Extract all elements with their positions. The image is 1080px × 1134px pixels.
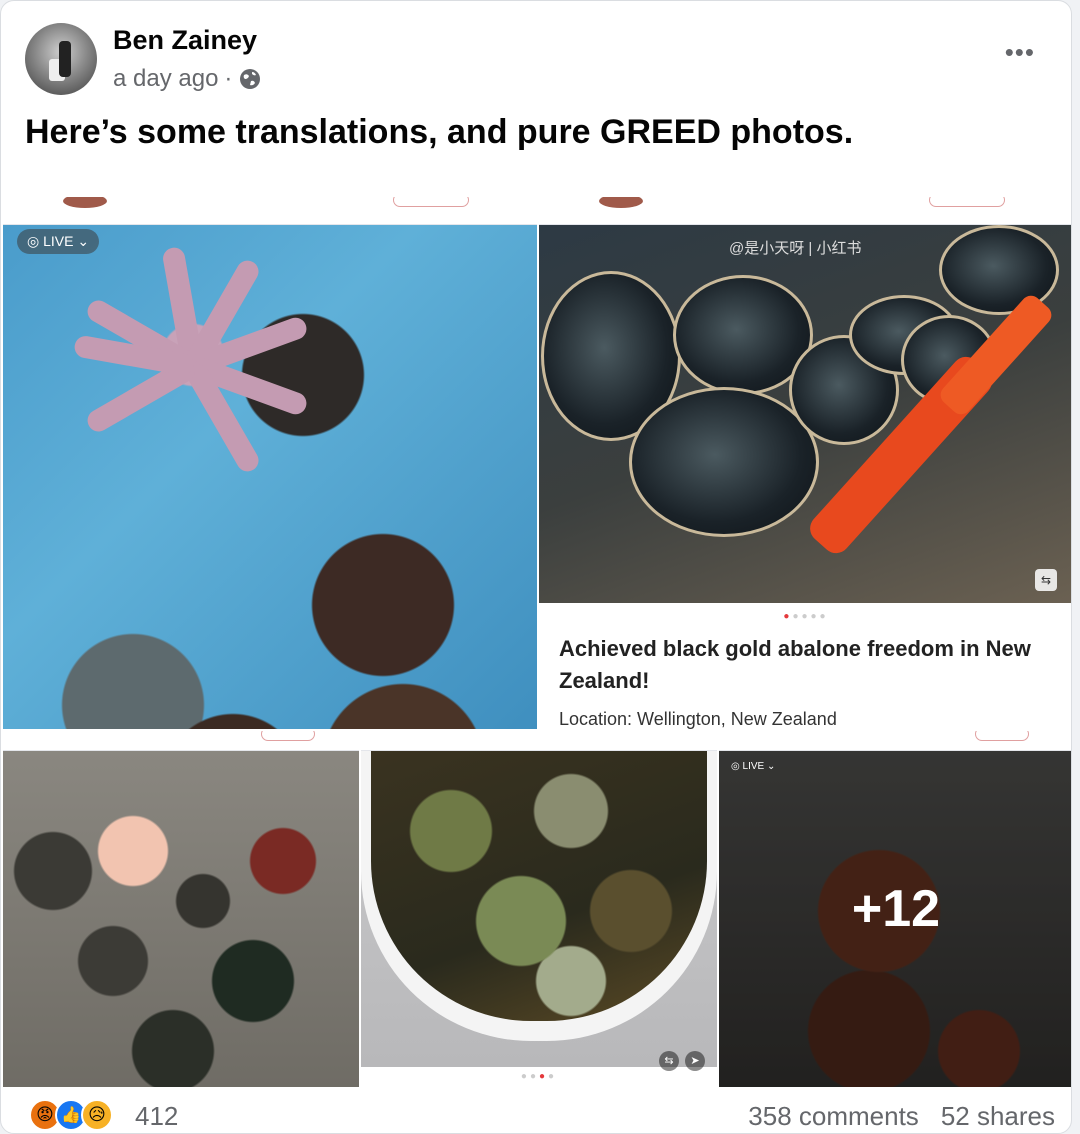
photo-strip [3, 197, 537, 225]
shellfish-on-sand-photo [3, 751, 359, 1087]
shares-count[interactable]: 52 shares [941, 1101, 1055, 1132]
photo-5[interactable]: ◎ LIVE ⌄ +12 [719, 731, 1071, 1087]
author-name[interactable]: Ben Zainey [113, 25, 257, 56]
photo-strip [719, 731, 1071, 751]
watermark: @是小天呀 | 小红书 [729, 240, 862, 257]
sad-reaction-icon: 😥 [81, 1099, 113, 1131]
share-icon[interactable]: ➤ [685, 1051, 705, 1071]
globe-icon [240, 69, 261, 89]
post-text: Here’s some translations, and pure GREED… [25, 113, 854, 151]
post-time[interactable]: a day ago [113, 65, 218, 93]
reaction-icons[interactable]: 😡 👍 😥 [29, 1099, 113, 1131]
reactions-bar: 😡 👍 😥 412 358 comments 52 shares [25, 1097, 1055, 1133]
photo-3[interactable] [3, 731, 359, 1087]
photo-strip [539, 197, 1071, 225]
translate-icon[interactable]: ⇆ [1035, 569, 1057, 591]
mussels-bowl-photo: ⇆ ➤ [361, 751, 717, 1071]
reaction-count[interactable]: 412 [135, 1101, 178, 1132]
abalone-photo: @是小天呀 | 小红书 ⇆ [539, 225, 1071, 603]
photo-strip [361, 731, 717, 751]
sea-urchins-starfish-photo [3, 225, 537, 729]
live-badge: ◎ LIVE ⌄ [731, 761, 776, 772]
photo-1[interactable]: ◎ LIVE ⌄ [3, 197, 537, 729]
live-badge: ◎ LIVE ⌄ [17, 229, 100, 254]
post-card: Ben Zainey a day ago · ••• Here’s some t… [0, 0, 1072, 1134]
photo-4[interactable]: ⇆ ➤ ●●●● [361, 731, 717, 1087]
post-header: Ben Zainey a day ago · ••• [25, 23, 1049, 95]
comments-count[interactable]: 358 comments [748, 1101, 919, 1132]
photo-strip [3, 731, 359, 751]
meta-separator: · [224, 65, 233, 92]
more-photos-count[interactable]: +12 [719, 879, 1071, 939]
photo-caption-location: Location: Wellington, New Zealand [559, 709, 837, 729]
photo-2[interactable]: @是小天呀 | 小红书 ⇆ ●●●●● Achieved black gold … [539, 197, 1071, 729]
more-options-icon[interactable]: ••• [1005, 37, 1035, 68]
translate-icon[interactable]: ⇆ [659, 1051, 679, 1071]
photo-caption-title: Achieved black gold abalone freedom in N… [559, 636, 1031, 693]
carousel-dots: ●●●● [520, 1071, 558, 1082]
post-meta: a day ago · [113, 65, 262, 93]
carousel-dots: ●●●●● [783, 611, 829, 622]
avatar[interactable] [25, 23, 97, 95]
